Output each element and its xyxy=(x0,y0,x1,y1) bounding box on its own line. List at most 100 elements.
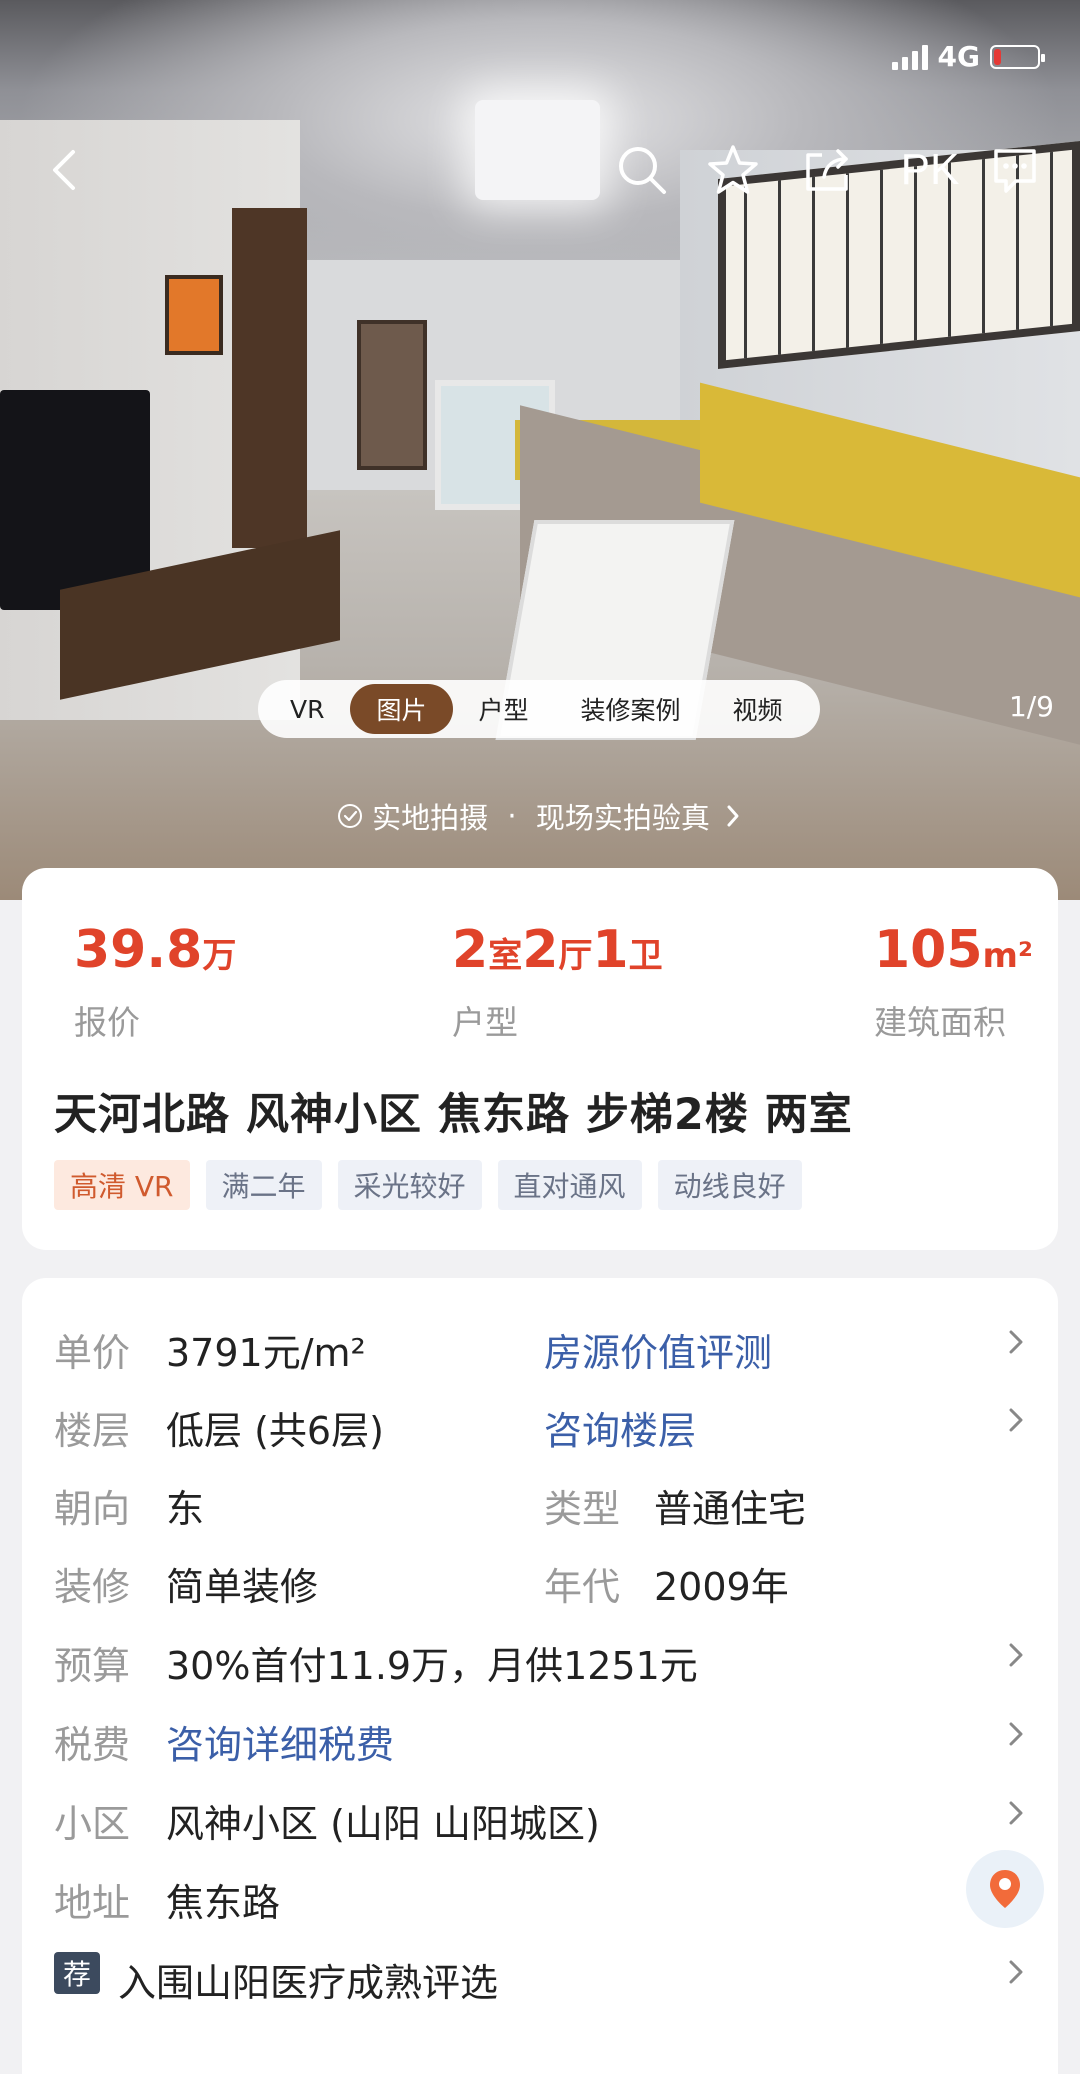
livingroom-count: 2 xyxy=(522,920,559,980)
tag-ventilation: 直对通风 xyxy=(497,1160,642,1210)
chevron-right-icon[interactable] xyxy=(1002,1720,1030,1748)
unit-price-value: 3791元/m² xyxy=(166,1331,366,1375)
unit-price-row: 单价 3791元/m² 房源价值评测 xyxy=(54,1312,1044,1375)
chevron-right-icon[interactable] xyxy=(1002,1799,1030,1827)
tag-good-lighting: 采光较好 xyxy=(337,1160,482,1210)
year-label: 年代 xyxy=(544,1565,621,1609)
location-pin-icon xyxy=(990,1870,1020,1908)
photo-counter: 1/9 xyxy=(1008,690,1054,723)
share-icon[interactable] xyxy=(797,140,857,200)
unit-price-label: 单价 xyxy=(54,1331,131,1375)
price-stat: 39.8万 报价 xyxy=(74,920,236,1044)
verified-banner[interactable]: 实地拍摄 · 现场实拍验真 xyxy=(0,795,1080,837)
area-value: 105m² xyxy=(874,920,1033,986)
decoration-value: 简单装修 xyxy=(166,1565,319,1609)
detail-card: 单价 3791元/m² 房源价值评测 楼层 低层 (共6层) 咨询楼层 朝向 东… xyxy=(22,1278,1058,2074)
listing-title: 天河北路 风神小区 焦东路 步梯2楼 两室 xyxy=(54,1090,853,1140)
budget-row[interactable]: 预算 30%首付11.9万，月供1251元 xyxy=(54,1625,1044,1688)
community-label: 小区 xyxy=(54,1802,131,1846)
area-number: 105 xyxy=(874,920,983,980)
decoration-row: 装修 简单装修 年代 2009年 xyxy=(54,1546,1044,1609)
area-unit: m² xyxy=(982,936,1033,976)
chevron-right-icon[interactable] xyxy=(1002,1406,1030,1434)
media-tabs: VR 图片 户型 装修案例 视频 xyxy=(258,680,820,738)
layout-stat: 2室2厅1卫 户型 xyxy=(452,920,663,1044)
tag-good-flow: 动线良好 xyxy=(657,1160,802,1210)
top-nav: PK xyxy=(0,140,1080,220)
chevron-right-icon[interactable] xyxy=(1002,1328,1030,1356)
pk-label: PK xyxy=(900,145,960,194)
year-value: 2009年 xyxy=(654,1565,789,1609)
star-icon[interactable] xyxy=(703,140,763,200)
listing-photo[interactable] xyxy=(0,0,1080,900)
recommend-badge: 荐 xyxy=(54,1952,100,1994)
tab-vr[interactable]: VR xyxy=(264,684,350,734)
bedroom-count: 2 xyxy=(452,920,489,980)
tag-hd-vr[interactable]: 高清 VR xyxy=(54,1160,190,1210)
layout-value: 2室2厅1卫 xyxy=(452,920,663,986)
verify-separator: · xyxy=(507,799,517,833)
community-row[interactable]: 小区 风神小区 (山阳 山阳城区) xyxy=(54,1783,1044,1846)
tab-photos[interactable]: 图片 xyxy=(350,684,453,734)
chevron-right-icon[interactable] xyxy=(1002,1641,1030,1669)
price-unit: 万 xyxy=(202,936,237,976)
photo-door xyxy=(357,320,427,470)
tab-floorplan[interactable]: 户型 xyxy=(453,684,555,734)
floor-row: 楼层 低层 (共6层) 咨询楼层 xyxy=(54,1390,1044,1453)
feature-tags: 高清 VR 满二年 采光较好 直对通风 动线良好 xyxy=(54,1160,802,1210)
key-stats: 39.8万 报价 2室2厅1卫 户型 105m² 建筑面积 xyxy=(54,920,1033,1050)
tab-decoration-cases[interactable]: 装修案例 xyxy=(555,684,707,734)
tax-row[interactable]: 税费 咨询详细税费 xyxy=(54,1704,1044,1767)
network-type: 4G xyxy=(937,40,980,73)
orientation-value: 东 xyxy=(166,1487,205,1531)
check-circle-icon xyxy=(337,804,362,828)
price-label: 报价 xyxy=(74,1003,140,1042)
summary-card: 39.8万 报价 2室2厅1卫 户型 105m² 建筑面积 天河北路 风神小区 … xyxy=(22,868,1058,1250)
bathroom-count: 1 xyxy=(592,920,629,980)
tab-video[interactable]: 视频 xyxy=(707,684,809,734)
tag-two-years: 满二年 xyxy=(205,1160,322,1210)
price-number: 39.8 xyxy=(74,920,203,980)
map-location-button[interactable] xyxy=(966,1850,1044,1928)
back-arrow-icon[interactable] xyxy=(34,140,94,200)
type-label: 类型 xyxy=(544,1487,621,1531)
address-value: 焦东路 xyxy=(166,1881,281,1925)
community-value: 风神小区 (山阳 山阳城区) xyxy=(166,1802,600,1846)
value-assessment-link[interactable]: 房源价值评测 xyxy=(544,1322,772,1377)
recommend-value: 入围山阳医疗成熟评选 xyxy=(118,1961,499,2005)
type-value: 普通住宅 xyxy=(654,1487,807,1531)
battery-level xyxy=(994,48,1001,65)
photo-shelf xyxy=(232,208,307,548)
orientation-label: 朝向 xyxy=(54,1487,131,1531)
signal-icon xyxy=(891,44,928,70)
decoration-label: 装修 xyxy=(54,1565,131,1609)
battery-icon xyxy=(990,44,1045,69)
floor-value: 低层 (共6层) xyxy=(166,1409,384,1453)
area-label: 建筑面积 xyxy=(874,1003,1006,1042)
layout-label: 户型 xyxy=(452,1003,518,1042)
bathroom-unit: 卫 xyxy=(628,936,663,976)
search-icon[interactable] xyxy=(612,140,672,200)
area-stat: 105m² 建筑面积 xyxy=(874,920,1033,1044)
orientation-row: 朝向 东 类型 普通住宅 xyxy=(54,1468,1044,1531)
livingroom-unit: 厅 xyxy=(558,936,593,976)
verify-right-text: 现场实拍验真 xyxy=(535,801,710,835)
message-icon[interactable] xyxy=(985,140,1045,200)
consult-tax-link[interactable]: 咨询详细税费 xyxy=(166,1714,394,1769)
status-bar: 4G xyxy=(891,40,1045,73)
consult-floor-link[interactable]: 咨询楼层 xyxy=(544,1400,696,1455)
budget-label: 预算 xyxy=(54,1644,131,1688)
bedroom-unit: 室 xyxy=(488,936,523,976)
recommend-row[interactable]: 荐 入围山阳医疗成熟评选 xyxy=(54,1942,1044,2005)
price-value: 39.8万 xyxy=(74,920,236,986)
tax-label: 税费 xyxy=(54,1723,131,1767)
address-row: 地址 焦东路 xyxy=(54,1850,1044,1928)
floor-label: 楼层 xyxy=(54,1409,131,1453)
chevron-right-icon xyxy=(727,805,739,827)
photo-painting xyxy=(165,275,223,355)
verify-left-text: 实地拍摄 xyxy=(372,801,489,835)
chevron-right-icon[interactable] xyxy=(1002,1958,1030,1986)
address-label: 地址 xyxy=(54,1881,131,1925)
budget-value: 30%首付11.9万，月供1251元 xyxy=(166,1644,698,1688)
pk-button[interactable]: PK xyxy=(890,140,970,200)
